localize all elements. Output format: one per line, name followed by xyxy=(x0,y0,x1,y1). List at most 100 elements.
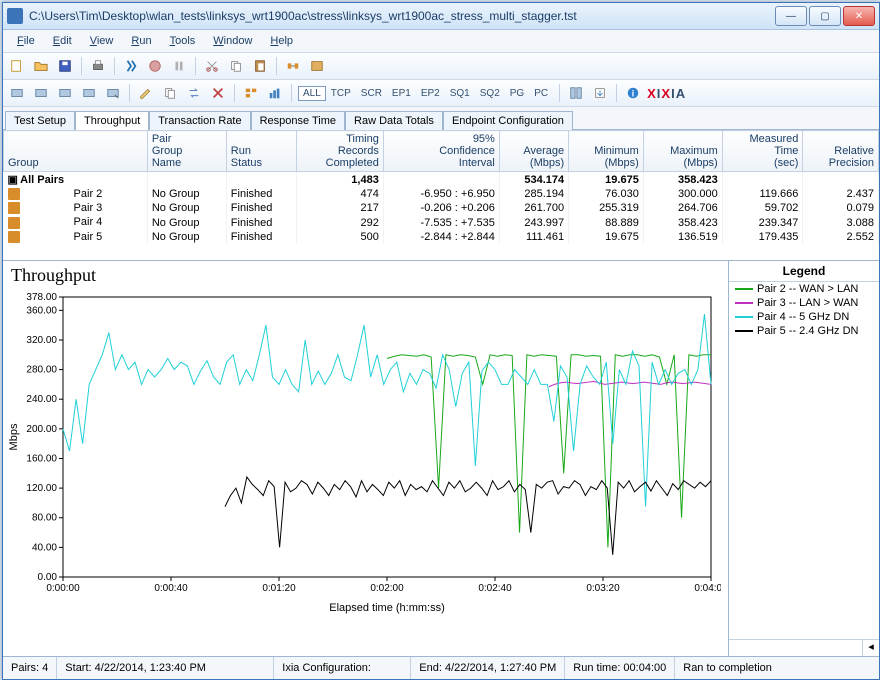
menu-help[interactable]: Help xyxy=(262,33,301,49)
filter-tcp[interactable]: TCP xyxy=(326,86,356,101)
minimize-button[interactable]: — xyxy=(775,6,807,26)
new-icon[interactable] xyxy=(7,56,27,76)
svg-text:40.00: 40.00 xyxy=(32,542,57,553)
tab-endpoint-configuration[interactable]: Endpoint Configuration xyxy=(443,111,573,130)
svg-text:240.00: 240.00 xyxy=(26,394,57,405)
tab-response-time[interactable]: Response Time xyxy=(251,111,345,130)
endpoint-icon-4[interactable] xyxy=(79,83,99,103)
table-row[interactable]: Pair 3No GroupFinished217-0.206 : +0.206… xyxy=(4,201,879,215)
svg-text:160.00: 160.00 xyxy=(26,453,57,464)
col-header[interactable]: Average(Mbps) xyxy=(499,131,568,172)
menu-file[interactable]: File xyxy=(9,33,43,49)
col-header[interactable]: RelativePrecision xyxy=(803,131,879,172)
legend-item[interactable]: Pair 5 -- 2.4 GHz DN xyxy=(729,324,879,338)
table-row[interactable]: Pair 4No GroupFinished292-7.535 : +7.535… xyxy=(4,215,879,229)
legend-title: Legend xyxy=(729,261,879,282)
menu-window[interactable]: Window xyxy=(205,33,260,49)
chart-title: Throughput xyxy=(11,265,96,286)
stop-icon[interactable] xyxy=(145,56,165,76)
col-header[interactable]: 95%ConfidenceInterval xyxy=(383,131,499,172)
svg-text:360.00: 360.00 xyxy=(26,305,57,316)
legend-item[interactable]: Pair 2 -- WAN > LAN xyxy=(729,282,879,296)
col-header[interactable]: PairGroupName xyxy=(147,131,226,172)
filter-sq2[interactable]: SQ2 xyxy=(475,86,505,101)
tab-transaction-rate[interactable]: Transaction Rate xyxy=(149,111,250,130)
legend-pane[interactable]: Legend Pair 2 -- WAN > LANPair 3 -- LAN … xyxy=(728,261,879,656)
endpoint-icon-2[interactable] xyxy=(31,83,51,103)
filter-ep1[interactable]: EP1 xyxy=(387,86,416,101)
chart-wrap: Throughput 0.0040.0080.00120.00160.00200… xyxy=(3,261,879,656)
col-header[interactable]: Minimum(Mbps) xyxy=(569,131,644,172)
menu-view[interactable]: View xyxy=(82,33,122,49)
col-header[interactable]: MeasuredTime(sec) xyxy=(722,131,803,172)
col-header[interactable]: TimingRecordsCompleted xyxy=(297,131,384,172)
legend-item[interactable]: Pair 3 -- LAN > WAN xyxy=(729,296,879,310)
swap-icon[interactable] xyxy=(184,83,204,103)
print-icon[interactable] xyxy=(88,56,108,76)
menu-edit[interactable]: Edit xyxy=(45,33,80,49)
paste-icon[interactable] xyxy=(250,56,270,76)
edit-pair-icon[interactable] xyxy=(136,83,156,103)
endpoint-icon[interactable] xyxy=(7,83,27,103)
filterbar: ALLTCPSCREP1EP2SQ1SQ2PGPC i XIXIAIXIA xyxy=(3,80,879,107)
chart-area[interactable]: Throughput 0.0040.0080.00120.00160.00200… xyxy=(3,261,728,656)
svg-text:320.00: 320.00 xyxy=(26,335,57,346)
info-icon[interactable]: i xyxy=(623,83,643,103)
export-icon[interactable] xyxy=(590,83,610,103)
layout-icon[interactable] xyxy=(566,83,586,103)
svg-text:0:01:20: 0:01:20 xyxy=(262,583,296,594)
pause-icon[interactable] xyxy=(169,56,189,76)
window-title: C:\Users\Tim\Desktop\wlan_tests\linksys_… xyxy=(29,9,775,23)
svg-text:378.00: 378.00 xyxy=(26,292,57,303)
delete-pair-icon[interactable] xyxy=(208,83,228,103)
menu-tools[interactable]: Tools xyxy=(162,33,204,49)
open-icon[interactable] xyxy=(31,56,51,76)
col-header[interactable]: RunStatus xyxy=(226,131,296,172)
filter-pc[interactable]: PC xyxy=(529,86,553,101)
svg-text:80.00: 80.00 xyxy=(32,513,57,524)
pairs-icon[interactable] xyxy=(283,56,303,76)
filter-sq1[interactable]: SQ1 xyxy=(445,86,475,101)
svg-text:0.00: 0.00 xyxy=(38,572,58,583)
cut-icon[interactable] xyxy=(202,56,222,76)
run-icon[interactable] xyxy=(121,56,141,76)
legend-item[interactable]: Pair 4 -- 5 GHz DN xyxy=(729,310,879,324)
svg-text:0:02:40: 0:02:40 xyxy=(478,583,512,594)
maximize-button[interactable]: ▢ xyxy=(809,6,841,26)
status-pairs: Pairs: 4 xyxy=(3,657,57,679)
svg-text:120.00: 120.00 xyxy=(26,483,57,494)
tab-test-setup[interactable]: Test Setup xyxy=(5,111,75,130)
svg-text:0:00:00: 0:00:00 xyxy=(46,583,80,594)
filter-all[interactable]: ALL xyxy=(298,86,326,101)
svg-text:Elapsed time (h:mm:ss): Elapsed time (h:mm:ss) xyxy=(329,602,445,614)
menu-run[interactable]: Run xyxy=(123,33,159,49)
brand-logo: XIXIAIXIA xyxy=(647,86,686,101)
col-header[interactable]: Group xyxy=(4,131,148,172)
scroll-left-icon[interactable]: ◂ xyxy=(862,640,879,656)
endpoint-icon-3[interactable] xyxy=(55,83,75,103)
save-icon[interactable] xyxy=(55,56,75,76)
results-table-pane[interactable]: GroupPairGroupNameRunStatusTimingRecords… xyxy=(3,130,879,261)
tab-throughput[interactable]: Throughput xyxy=(75,111,149,130)
copy-pair-icon[interactable] xyxy=(160,83,180,103)
filter-ep2[interactable]: EP2 xyxy=(416,86,445,101)
status-ran: Ran to completion xyxy=(675,657,780,679)
svg-text:0:03:20: 0:03:20 xyxy=(586,583,620,594)
chart-icon[interactable] xyxy=(265,83,285,103)
table-row[interactable]: Pair 5No GroupFinished500-2.844 : +2.844… xyxy=(4,230,879,244)
close-button[interactable]: ✕ xyxy=(843,6,875,26)
copy-icon[interactable] xyxy=(226,56,246,76)
col-header[interactable]: Maximum(Mbps) xyxy=(643,131,722,172)
chart-svg: 0.0040.0080.00120.00160.00200.00240.0028… xyxy=(3,287,721,617)
status-config: Ixia Configuration: xyxy=(274,657,411,679)
titlebar[interactable]: C:\Users\Tim\Desktop\wlan_tests\linksys_… xyxy=(3,3,879,30)
window: C:\Users\Tim\Desktop\wlan_tests\linksys_… xyxy=(2,2,880,680)
filter-pg[interactable]: PG xyxy=(505,86,529,101)
group-icon[interactable] xyxy=(241,83,261,103)
tab-raw-data-totals[interactable]: Raw Data Totals xyxy=(345,111,443,130)
filter-scr[interactable]: SCR xyxy=(356,86,387,101)
table-row[interactable]: Pair 2No GroupFinished474-6.950 : +6.950… xyxy=(4,187,879,201)
table-row-totals[interactable]: ▣ All Pairs1,483534.17419.675358.423 xyxy=(4,172,879,188)
config-icon[interactable] xyxy=(307,56,327,76)
endpoint-review-icon[interactable] xyxy=(103,83,123,103)
